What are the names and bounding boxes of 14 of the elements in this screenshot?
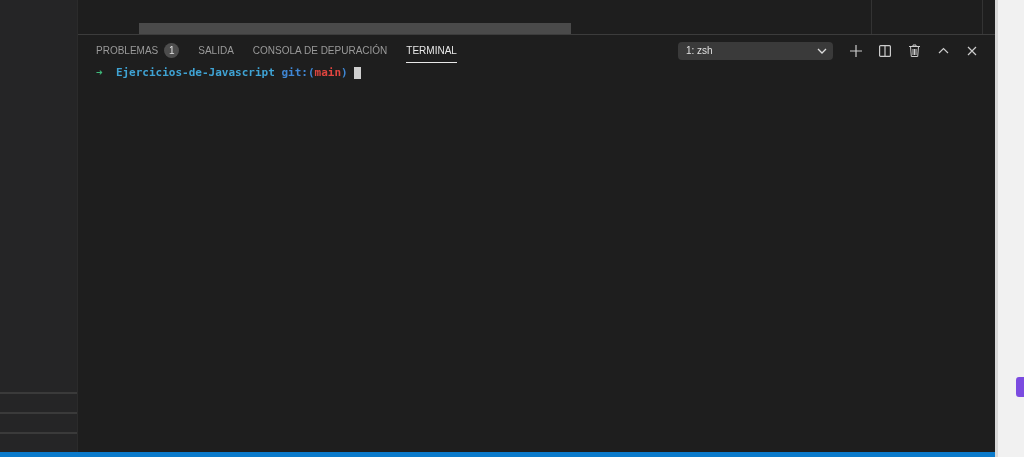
prompt-git-close: ) (341, 66, 348, 79)
prompt-branch: main (314, 66, 342, 79)
prompt-git-open: git:( (281, 66, 315, 79)
scrollbar[interactable] (139, 23, 571, 34)
prompt-arrow: ➜ (96, 66, 103, 79)
terminal-dropdown[interactable]: 1: zsh (678, 41, 833, 60)
count-badge: 1 (164, 42, 180, 58)
panel-tab[interactable]: CONSOLA DE DEPURACIÓN (252, 38, 388, 63)
prompt-directory: Ejercicios-de-Javascript (115, 66, 275, 79)
chevron-down-icon (817, 47, 827, 54)
panel-tab[interactable]: SALIDA (198, 38, 234, 63)
terminal-cursor (353, 66, 361, 79)
panel-tab[interactable]: PROBLEMAS 1 (96, 36, 180, 65)
panel-tab[interactable]: TERMINAL (406, 38, 457, 63)
